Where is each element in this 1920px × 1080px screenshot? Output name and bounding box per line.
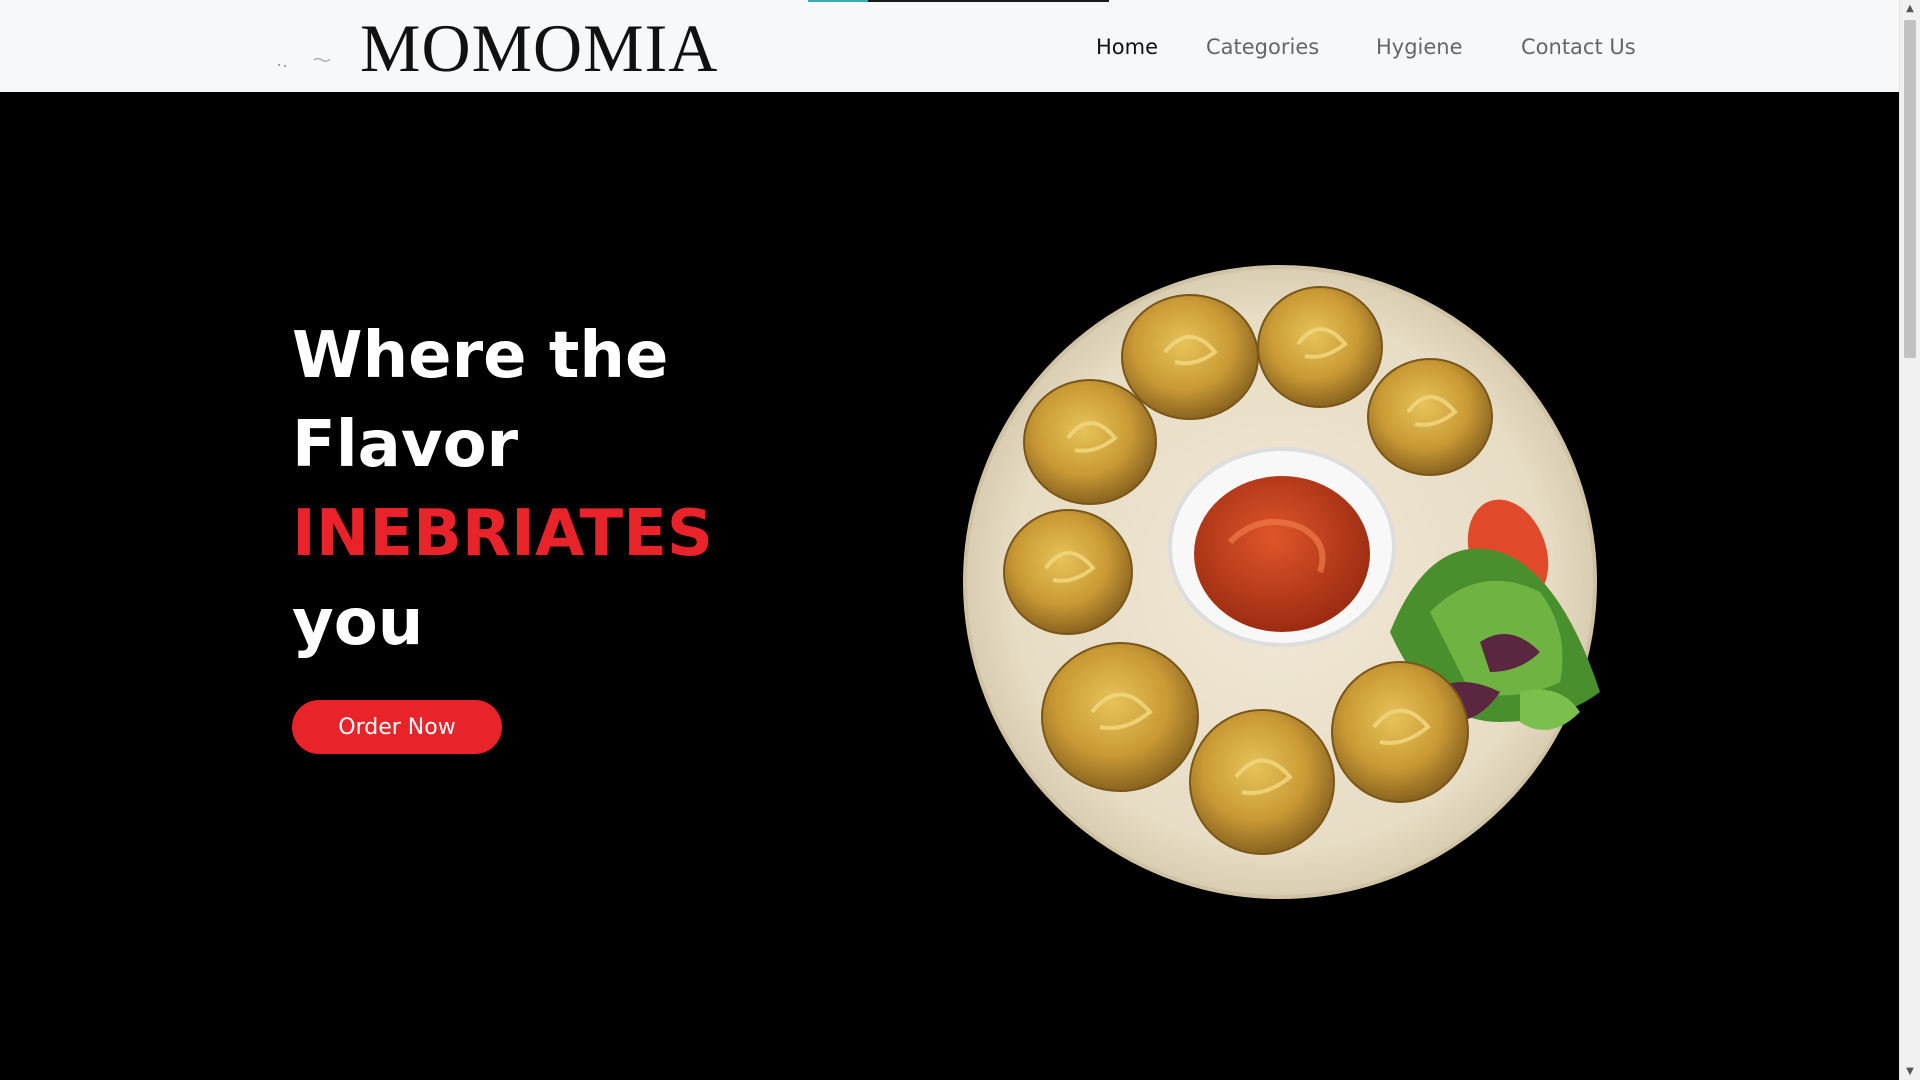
- vertical-scrollbar[interactable]: ▲ ▼: [1899, 0, 1920, 1080]
- scroll-down-arrow-icon[interactable]: ▼: [1900, 1063, 1920, 1080]
- brand-logo-link[interactable]: MOMOMIA: [360, 10, 718, 86]
- headline-line-1: Where the: [292, 319, 669, 393]
- progress-accent: [808, 0, 868, 2]
- top-navbar: MOMOMIA Home Categories Hygiene Contact …: [0, 0, 1899, 92]
- hero-section: Where the Flavor INEBRIATES you Order No…: [0, 92, 1899, 1080]
- nav-link-contact-us[interactable]: Contact Us: [1521, 30, 1636, 64]
- order-now-button[interactable]: Order Now: [292, 700, 502, 754]
- scroll-up-arrow-icon[interactable]: ▲: [1900, 0, 1920, 17]
- hero-headline: Where the Flavor INEBRIATES you: [292, 312, 713, 668]
- nav-link-categories[interactable]: Categories: [1206, 30, 1319, 64]
- browser-viewport: MOMOMIA Home Categories Hygiene Contact …: [0, 0, 1920, 1080]
- scrollbar-thumb[interactable]: [1904, 20, 1916, 358]
- logo-mark-icon: [278, 57, 331, 67]
- headline-line-4: you: [292, 586, 424, 660]
- nav-link-home[interactable]: Home: [1096, 30, 1158, 64]
- headline-accent-word: INEBRIATES: [292, 497, 713, 571]
- momo-plate-image: [963, 265, 1600, 899]
- nav-link-hygiene[interactable]: Hygiene: [1376, 30, 1463, 64]
- headline-line-2: Flavor: [292, 408, 519, 482]
- page-load-progress-bar: [808, 0, 1109, 2]
